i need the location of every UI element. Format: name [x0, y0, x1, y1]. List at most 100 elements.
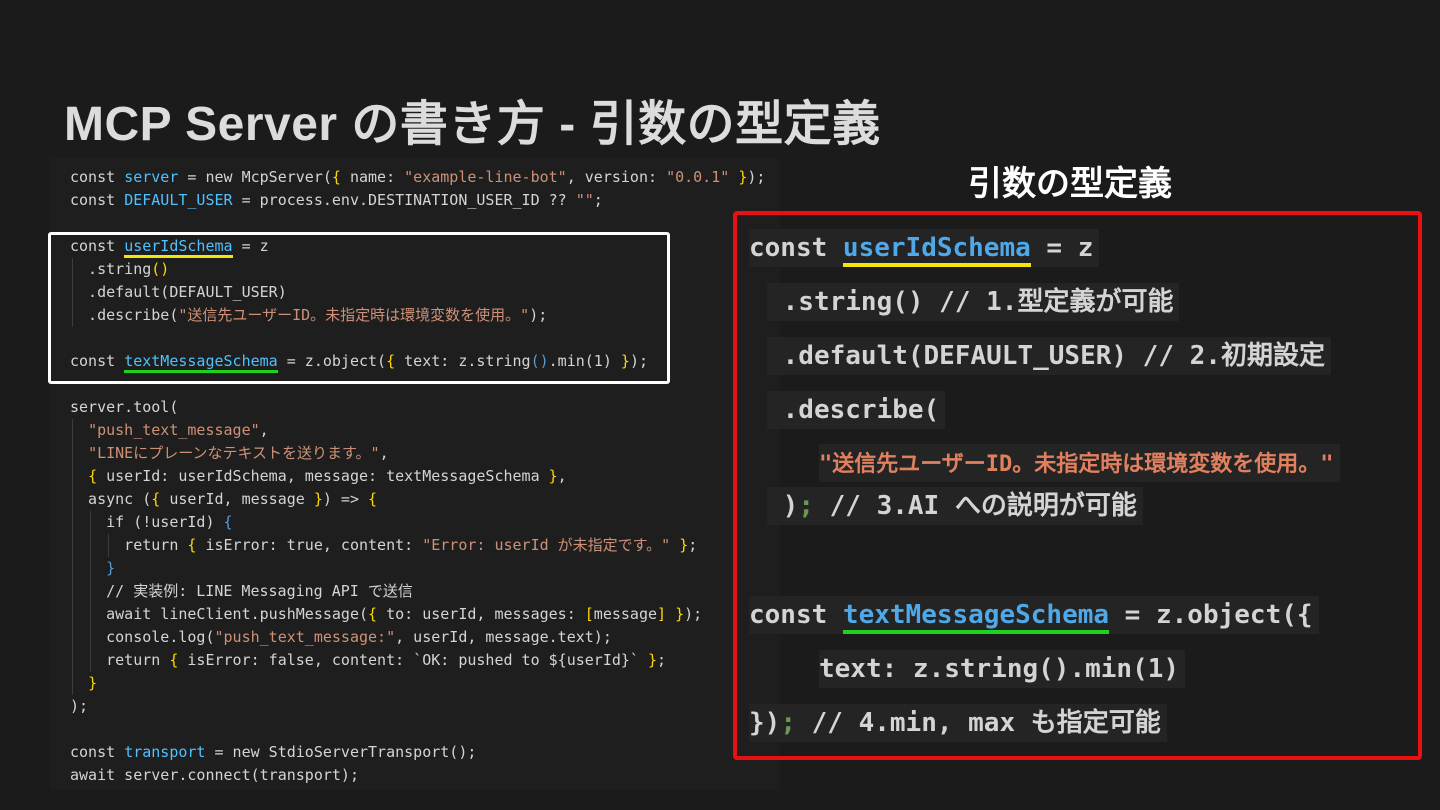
indent-guide — [72, 672, 73, 695]
code-token: { — [223, 513, 233, 531]
code-token: textMessageSchema — [124, 352, 278, 373]
code-line: return { isError: true, content: "Error:… — [50, 534, 780, 557]
code-line: server.tool( — [50, 396, 780, 419]
code-token: } — [675, 605, 685, 623]
code-token: , — [379, 444, 389, 462]
explain-line: const userIdSchema = z — [749, 229, 1100, 267]
code-token: async ( — [70, 490, 152, 508]
code-line: await server.connect(transport); — [50, 764, 780, 787]
code-token: message — [593, 605, 658, 623]
code-token: await server.connect(transport); — [70, 766, 359, 784]
code-token: .min(1) — [548, 352, 621, 370]
explain-box: const userIdSchema = z .string() // 1.型定… — [733, 211, 1422, 760]
code-token: = process.env.DESTINATION_USER_ID ?? — [232, 191, 576, 209]
code-token: "" — [575, 191, 594, 209]
code-token: const — [70, 191, 125, 209]
code-token: ] — [657, 605, 667, 623]
code-token: if (!userId) — [70, 513, 224, 531]
code-token: transport — [124, 743, 206, 761]
code-token: { — [368, 605, 378, 623]
code-token: userId, message — [160, 490, 314, 508]
code-token: .default(DEFAULT_USER) — [70, 283, 287, 301]
code-token: .describe( — [70, 306, 179, 324]
code-token: server — [124, 168, 179, 186]
code-token: await lineClient.pushMessage( — [70, 605, 369, 623]
explain-line: .string() // 1.型定義が可能 — [767, 283, 1180, 321]
code-token: "LINEにプレーンなテキストを送ります。" — [88, 444, 380, 462]
code-token: ); — [747, 168, 766, 186]
code-token: textMessageSchema — [842, 600, 1110, 634]
code-line: await lineClient.pushMessage({ to: userI… — [50, 603, 780, 626]
indent-guide — [90, 534, 91, 557]
code-token: ; — [688, 536, 698, 554]
code-token: "push_text_message" — [88, 421, 260, 439]
code-line: console.log("push_text_message:", userId… — [50, 626, 780, 649]
indent-guide — [72, 281, 73, 304]
explain-line: ); // 3.AI への説明が可能 — [767, 487, 1143, 525]
explain-line: const textMessageSchema = z.object({ — [749, 596, 1319, 634]
indent-guide — [90, 603, 91, 626]
indent-guide — [90, 649, 91, 672]
indent-guide — [72, 534, 73, 557]
code-line: // 実装例: LINE Messaging API で送信 — [50, 580, 780, 603]
code-line: return { isError: false, content: `OK: p… — [50, 649, 780, 672]
code-token: server.tool( — [70, 398, 179, 416]
indent-guide — [108, 534, 109, 557]
code-token: = new StdioServerTransport(); — [205, 743, 477, 761]
code-line: "push_text_message", — [50, 419, 780, 442]
code-token: name: — [340, 168, 405, 186]
indent-guide — [90, 626, 91, 649]
code-token: return — [70, 651, 170, 669]
code-line: const userIdSchema = z — [50, 235, 780, 258]
code-token: // 4.min, max も指定可能 — [795, 708, 1161, 738]
explain-line: "送信先ユーザーID。未指定時は環境変数を使用。" — [819, 444, 1340, 482]
code-token: ; — [657, 651, 667, 669]
code-token: { — [386, 352, 396, 370]
code-token: = new McpServer( — [178, 168, 332, 186]
indent-guide — [72, 442, 73, 465]
code-token: ); — [684, 605, 703, 623]
code-token: const — [70, 168, 125, 186]
code-token: { — [331, 168, 341, 186]
indent-guide — [72, 603, 73, 626]
code-token: .default(DEFAULT_USER) // 2.初期設定 — [767, 341, 1325, 371]
code-token: ) — [767, 491, 799, 521]
code-token: = z — [1030, 233, 1094, 263]
indent-guide — [72, 488, 73, 511]
code-token: } — [313, 490, 323, 508]
indent-guide — [72, 626, 73, 649]
code-token: console.log( — [70, 628, 215, 646]
code-token: , version: — [566, 168, 667, 186]
code-token: } — [647, 651, 658, 669]
code-line: "LINEにプレーンなテキストを送ります。", — [50, 442, 780, 465]
code-token: { — [368, 490, 378, 508]
code-line: } — [50, 557, 780, 580]
indent-guide — [72, 304, 73, 327]
code-token: } — [620, 352, 630, 370]
code-line: ); — [50, 695, 780, 718]
code-token: const — [749, 600, 843, 630]
code-token: .string() // 1.型定義が可能 — [767, 287, 1174, 317]
code-token: ; — [798, 491, 814, 521]
code-line: .describe("送信先ユーザーID。未指定時は環境変数を使用。"); — [50, 304, 780, 327]
code-line: .string() — [50, 258, 780, 281]
code-token: .describe( — [767, 395, 940, 425]
code-line: const textMessageSchema = z.object({ tex… — [50, 350, 780, 373]
indent-guide — [72, 465, 73, 488]
code-token: userIdSchema — [842, 233, 1031, 267]
indent-guide — [72, 419, 73, 442]
code-token: .string — [70, 260, 152, 278]
code-token: const — [749, 233, 843, 263]
code-token: = z — [232, 237, 269, 255]
code-token: const — [70, 743, 125, 761]
explain-line: .default(DEFAULT_USER) // 2.初期設定 — [767, 337, 1331, 375]
code-token: { — [88, 467, 98, 485]
code-token: } — [106, 559, 116, 577]
code-token: userIdSchema — [124, 237, 233, 258]
code-token: , — [557, 467, 567, 485]
explain-line: text: z.string().min(1) — [819, 650, 1186, 688]
code-token: text: z.string().min(1) — [819, 654, 1180, 684]
code-editor-panel: const server = new McpServer({ name: "ex… — [50, 158, 780, 790]
code-token: DEFAULT_USER — [124, 191, 233, 209]
